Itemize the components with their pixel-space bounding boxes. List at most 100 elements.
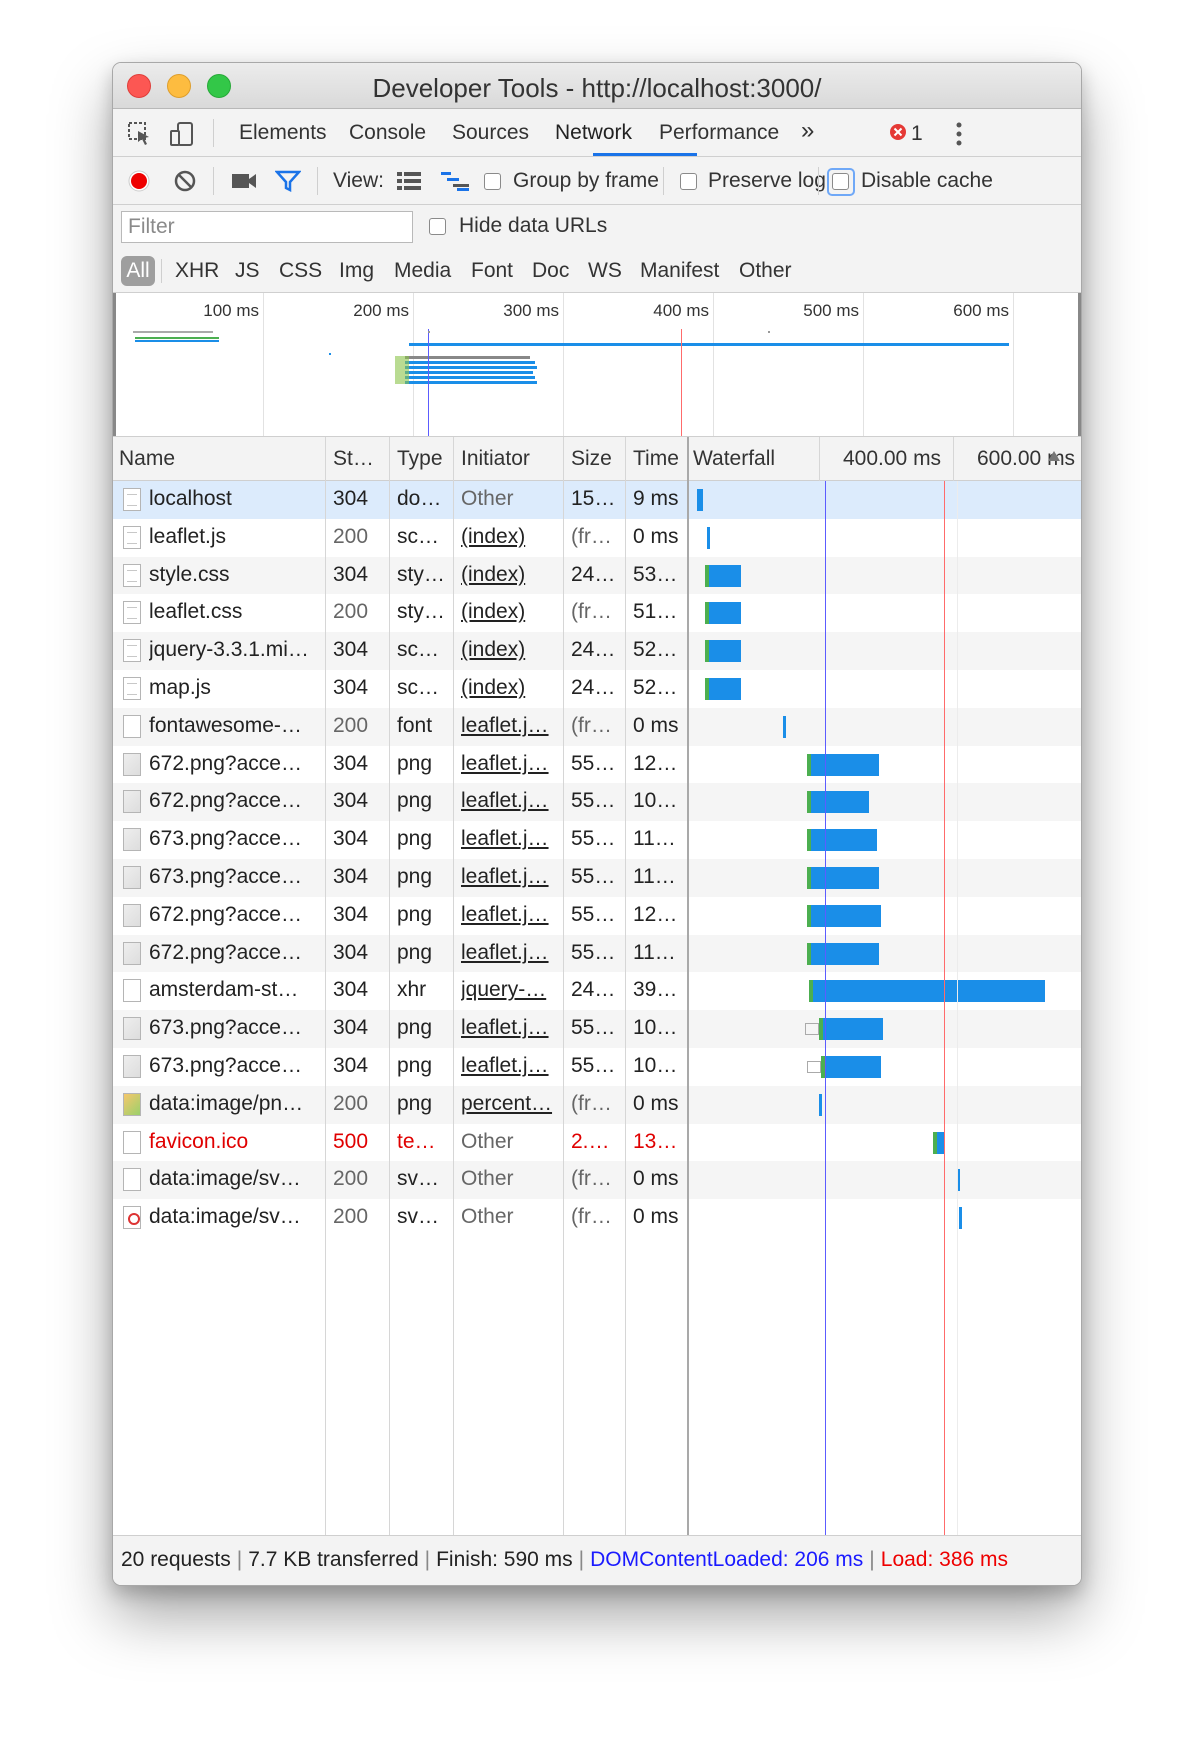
preserve-log-checkbox[interactable] — [680, 173, 697, 190]
cell-initiator[interactable]: leaflet.j… — [461, 865, 559, 889]
error-count[interactable]: 1 — [911, 122, 923, 146]
table-row[interactable]: leaflet.css 200 sty… (index) (fr… 51… — [113, 594, 1081, 633]
cell-initiator[interactable]: (index) — [461, 600, 559, 624]
table-row[interactable]: fontawesome-… 200 font leaflet.j… (fr… 0 ms — [113, 707, 1081, 746]
cell-initiator[interactable]: leaflet.j… — [461, 941, 559, 965]
column-header-status[interactable]: St… — [333, 447, 374, 471]
waterfall-bar[interactable] — [709, 564, 741, 587]
type-filter-js[interactable]: JS — [235, 259, 260, 283]
cell-initiator[interactable]: (index) — [461, 676, 559, 700]
waterfall-bar[interactable] — [709, 640, 741, 663]
waterfall-bar[interactable] — [813, 980, 1045, 1003]
waterfall-bar[interactable] — [811, 904, 881, 927]
cell-initiator[interactable]: percent… — [461, 1092, 559, 1116]
waterfall-bar[interactable] — [709, 602, 741, 625]
type-filter-media[interactable]: Media — [394, 259, 451, 283]
table-row[interactable]: 673.png?acce… 304 png leaflet.j… 55… 11… — [113, 821, 1081, 859]
cell-initiator[interactable]: leaflet.j… — [461, 752, 559, 776]
type-filter-manifest[interactable]: Manifest — [640, 259, 719, 283]
type-filter-css[interactable]: CSS — [279, 259, 322, 283]
type-filter-other[interactable]: Other — [739, 259, 792, 283]
waterfall-bar[interactable] — [959, 1207, 962, 1230]
cell-initiator[interactable]: (index) — [461, 638, 559, 662]
waterfall-bar[interactable] — [823, 1018, 883, 1041]
error-icon[interactable] — [889, 123, 907, 141]
disable-cache-checkbox[interactable] — [832, 173, 849, 190]
column-header-type[interactable]: Type — [397, 447, 443, 471]
hide-data-urls-checkbox[interactable] — [429, 218, 446, 235]
waterfall-bar[interactable] — [811, 791, 869, 814]
tab-sources[interactable]: Sources — [452, 121, 529, 145]
cell-initiator[interactable]: leaflet.j… — [461, 789, 559, 813]
filter-funnel-icon[interactable] — [275, 170, 301, 192]
column-header-initiator[interactable]: Initiator — [461, 447, 530, 471]
cell-initiator[interactable]: leaflet.j… — [461, 827, 559, 851]
tab-console[interactable]: Console — [349, 121, 426, 145]
type-filter-img[interactable]: Img — [339, 259, 374, 283]
kebab-menu-icon[interactable] — [955, 121, 963, 147]
clear-icon[interactable] — [173, 169, 197, 193]
table-row[interactable]: 673.png?acce… 304 png leaflet.j… 55… 10… — [113, 1010, 1081, 1048]
cell-initiator[interactable]: (index) — [461, 563, 559, 587]
table-row[interactable]: jquery-3.3.1.mi… 304 sc… (index) 24… 52… — [113, 632, 1081, 670]
table-row[interactable]: 672.png?acce… 304 png leaflet.j… 55… 11… — [113, 934, 1081, 973]
tab-performance[interactable]: Performance — [659, 121, 779, 145]
cell-initiator[interactable]: (index) — [461, 525, 559, 549]
table-row[interactable]: localhost 304 do… Other 15… 9 ms — [113, 481, 1081, 519]
column-header-time[interactable]: Time — [633, 447, 679, 471]
waterfall-bar[interactable] — [811, 867, 879, 889]
large-rows-icon[interactable] — [397, 171, 421, 191]
type-filter-ws[interactable]: WS — [588, 259, 622, 283]
table-row[interactable]: 672.png?acce… 304 png leaflet.j… 55… 10… — [113, 783, 1081, 822]
type-filter-xhr[interactable]: XHR — [175, 259, 219, 283]
overview-waterfall-icon[interactable] — [441, 171, 471, 191]
more-tabs-button[interactable]: » — [801, 117, 814, 145]
cell-initiator[interactable]: jquery-… — [461, 978, 559, 1002]
table-row[interactable]: amsterdam-st… 304 xhr jquery-… 24… 39… — [113, 972, 1081, 1011]
cell-initiator[interactable]: leaflet.j… — [461, 714, 559, 738]
column-header-name[interactable]: Name — [119, 447, 175, 471]
group-by-frame-checkbox[interactable] — [484, 173, 501, 190]
waterfall-bar[interactable] — [697, 489, 703, 511]
cell-initiator[interactable]: leaflet.j… — [461, 1054, 559, 1078]
sort-ascending-icon[interactable] — [1048, 451, 1060, 461]
devtools-window: Developer Tools - http://localhost:3000/… — [112, 62, 1082, 1586]
waterfall-bar[interactable] — [825, 1056, 881, 1078]
tab-elements[interactable]: Elements — [239, 121, 327, 145]
waterfall-bar[interactable] — [811, 829, 877, 852]
table-row[interactable]: data:image/sv… 200 sv… Other (fr… 0 ms — [113, 1199, 1081, 1237]
cell-initiator[interactable]: leaflet.j… — [461, 903, 559, 927]
table-row[interactable]: style.css 304 sty… (index) 24… 53… — [113, 556, 1081, 595]
cell-initiator[interactable]: leaflet.j… — [461, 1016, 559, 1040]
table-row[interactable]: map.js 304 sc… (index) 24… 52… — [113, 670, 1081, 708]
type-filter-doc[interactable]: Doc — [532, 259, 569, 283]
type-filter-all[interactable]: All — [121, 256, 155, 286]
waterfall-bar[interactable] — [811, 942, 879, 965]
table-row[interactable]: 672.png?acce… 304 png leaflet.j… 55… 12… — [113, 745, 1081, 784]
waterfall-bar[interactable] — [783, 715, 786, 738]
waterfall-bar[interactable] — [707, 526, 710, 549]
device-toolbar-icon[interactable] — [169, 121, 195, 147]
table-row[interactable]: data:image/pn… 200 png percent… (fr… 0 ms — [113, 1085, 1081, 1124]
inspect-element-icon[interactable] — [127, 121, 153, 147]
table-row[interactable]: 673.png?acce… 304 png leaflet.j… 55… 10… — [113, 1048, 1081, 1086]
table-row[interactable]: leaflet.js 200 sc… (index) (fr… 0 ms — [113, 518, 1081, 557]
filter-input[interactable] — [121, 211, 413, 243]
column-header-size[interactable]: Size — [571, 447, 612, 471]
cell-size: (fr… — [571, 524, 612, 548]
screenshot-camera-icon[interactable] — [231, 171, 257, 191]
record-icon[interactable] — [127, 169, 151, 193]
table-row[interactable]: 673.png?acce… 304 png leaflet.j… 55… 11… — [113, 859, 1081, 897]
timeline-overview[interactable]: 100 ms 200 ms 300 ms 400 ms 500 ms 600 m… — [113, 293, 1081, 437]
table-row[interactable]: data:image/sv… 200 sv… Other (fr… 0 ms — [113, 1161, 1081, 1200]
cell-name: 672.png?acce… — [149, 902, 302, 926]
tab-network[interactable]: Network — [555, 121, 632, 145]
table-row[interactable]: 672.png?acce… 304 png leaflet.j… 55… 12… — [113, 896, 1081, 935]
table-row[interactable]: favicon.ico 500 te… Other 2.… 13… — [113, 1123, 1081, 1162]
column-header-waterfall[interactable]: Waterfall — [693, 447, 775, 471]
waterfall-bar[interactable] — [819, 1093, 822, 1116]
waterfall-bar[interactable] — [811, 753, 879, 776]
type-filter-font[interactable]: Font — [471, 259, 513, 283]
cell-status: 200 — [333, 713, 369, 737]
waterfall-bar[interactable] — [709, 678, 741, 700]
